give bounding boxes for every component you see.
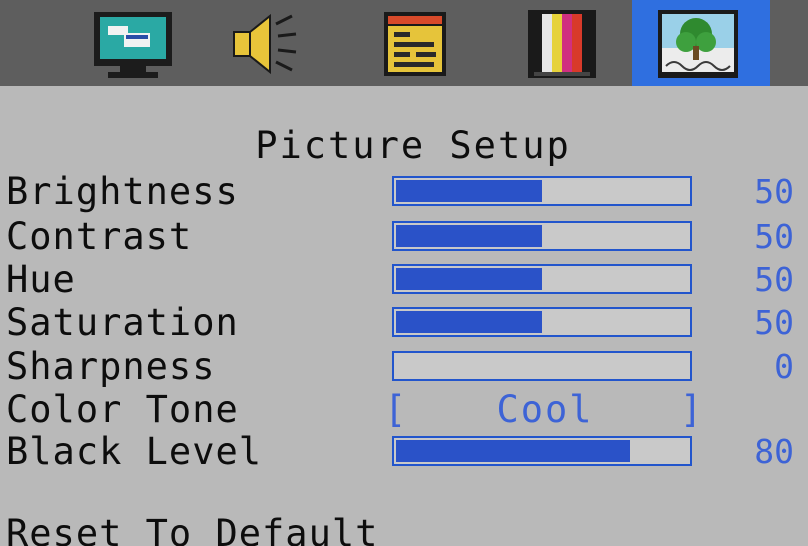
reset-to-default-item[interactable]: Reset To Default [6, 512, 378, 546]
color-tone-bracket-right: ] [680, 388, 703, 431]
tab-audio[interactable] [192, 0, 306, 86]
hue-value: 50 [754, 260, 794, 299]
saturation-slider-fill [396, 311, 542, 333]
saturation-value: 50 [754, 303, 794, 342]
contrast-slider[interactable] [392, 221, 692, 251]
black-level-slider[interactable] [392, 436, 692, 466]
sharpness-slider[interactable] [392, 351, 692, 381]
contrast-label: Contrast [6, 215, 193, 258]
saturation-slider[interactable] [392, 307, 692, 337]
color-bars-icon [528, 10, 596, 78]
tab-bar [0, 0, 808, 86]
tab-picture[interactable] [632, 0, 770, 86]
black-level-label: Black Level [6, 430, 263, 473]
brightness-value: 50 [754, 172, 794, 211]
contrast-slider-fill [396, 225, 542, 247]
sharpness-label: Sharpness [6, 345, 216, 388]
saturation-row[interactable]: Saturation 50 [0, 301, 808, 344]
black-level-slider-fill [396, 440, 630, 462]
color-tone-row[interactable]: Color Tone [ Cool ] [0, 388, 808, 431]
black-level-value: 80 [754, 432, 794, 471]
saturation-label: Saturation [6, 301, 239, 344]
monitor-setup-icon [94, 12, 172, 78]
menu-title: Picture Setup [255, 124, 571, 167]
hue-slider-fill [396, 268, 542, 290]
black-level-row[interactable]: Black Level 80 [0, 430, 808, 473]
speaker-icon [233, 13, 297, 75]
sharpness-value: 0 [774, 347, 794, 386]
tab-osd-settings[interactable] [356, 0, 470, 86]
brightness-label: Brightness [6, 170, 239, 213]
hue-label: Hue [6, 258, 76, 301]
brightness-row[interactable]: Brightness 50 [0, 170, 808, 213]
tree-picture-icon [658, 10, 738, 78]
brightness-slider[interactable] [392, 176, 692, 206]
tab-color[interactable] [504, 0, 618, 86]
brightness-slider-fill [396, 180, 542, 202]
hue-row[interactable]: Hue 50 [0, 258, 808, 301]
tab-monitor-setup[interactable] [76, 0, 190, 86]
hue-slider[interactable] [392, 264, 692, 294]
osd-screen: Picture Setup Brightness 50 Contrast 50 … [0, 0, 808, 546]
color-tone-label: Color Tone [6, 388, 239, 431]
menu-panel-icon [384, 12, 446, 76]
contrast-row[interactable]: Contrast 50 [0, 215, 808, 258]
contrast-value: 50 [754, 217, 794, 256]
sharpness-row[interactable]: Sharpness 0 [0, 345, 808, 388]
color-tone-value[interactable]: Cool [400, 388, 690, 431]
